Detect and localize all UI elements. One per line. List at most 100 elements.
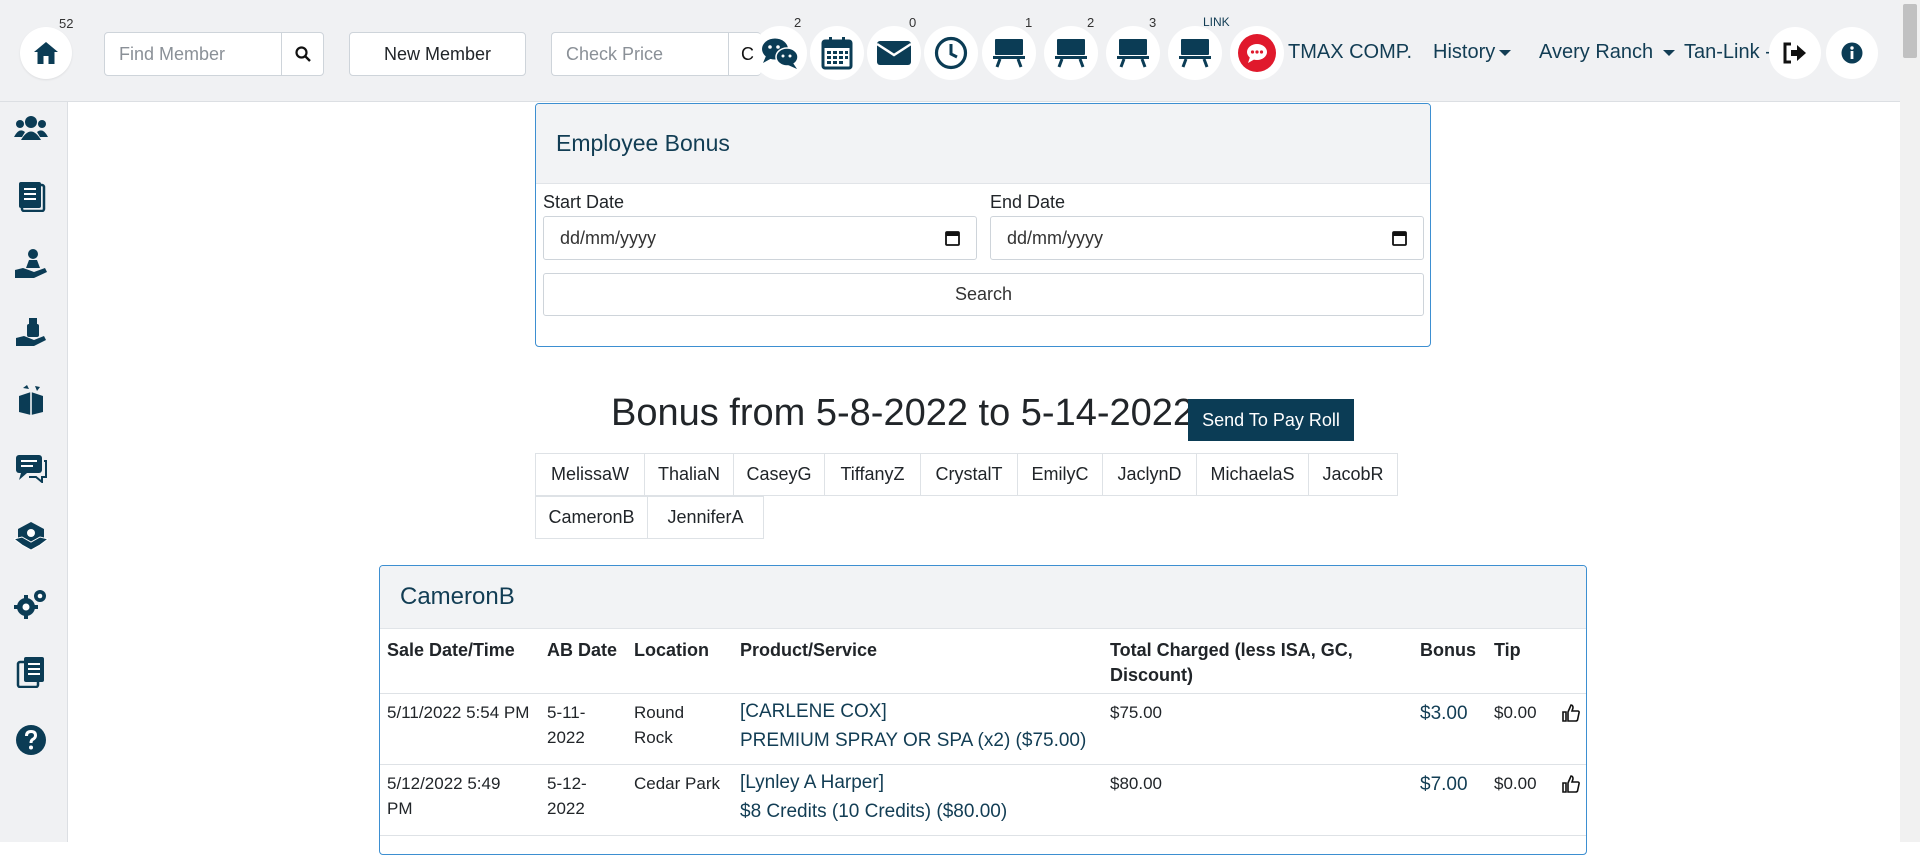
- sale-date-cell: 5/12/2022 5:49 PM: [387, 774, 501, 818]
- scrollbar-thumb[interactable]: [1903, 4, 1917, 58]
- check-price-group: C: [551, 32, 761, 76]
- column-header-tip: Tip: [1494, 640, 1521, 660]
- info-icon: [1841, 42, 1863, 64]
- company-name: TMAX COMP.: [1288, 41, 1413, 63]
- start-date-placeholder: dd/mm/yyyy: [560, 227, 657, 248]
- customer-link[interactable]: [Lynley A Harper]: [740, 768, 884, 797]
- tanlink-menu[interactable]: Tan-Link -: [1684, 41, 1772, 64]
- end-date-placeholder: dd/mm/yyyy: [1007, 227, 1104, 248]
- column-header-bonus: Bonus: [1420, 640, 1476, 660]
- location-label: Avery Ranch: [1539, 41, 1654, 63]
- mail-button[interactable]: [867, 26, 921, 80]
- chat-button[interactable]: [753, 26, 807, 80]
- bonus-cell: $7.00: [1420, 774, 1468, 795]
- start-date-label: Start Date: [543, 192, 625, 212]
- find-member-input[interactable]: [105, 33, 281, 75]
- column-header-product: Product/Service: [740, 640, 878, 660]
- tanning-bed-icon: [1117, 39, 1149, 68]
- start-date-field[interactable]: dd/mm/yyyy: [543, 216, 977, 260]
- home-button[interactable]: [20, 27, 72, 79]
- alert-messages-button[interactable]: [1230, 26, 1284, 80]
- top-bar: 52 New Member C 2: [0, 0, 1900, 102]
- mail-badge: 0: [909, 15, 917, 30]
- employee-tab-melissaw[interactable]: MelissaW: [535, 453, 645, 496]
- table-divider: [380, 835, 1586, 836]
- employee-tab-jennifera[interactable]: JenniferA: [647, 496, 764, 539]
- chat-icon: [762, 38, 799, 69]
- employee-tab-crystalt[interactable]: CrystalT: [920, 453, 1018, 496]
- sidebar-item-help[interactable]: [14, 723, 48, 757]
- sale-date-cell: 5/11/2022 5:54 PM: [387, 703, 530, 722]
- bed-3-button[interactable]: [1106, 26, 1160, 80]
- calendar-icon: [945, 231, 960, 246]
- bed-2-button[interactable]: [1044, 26, 1098, 80]
- employee-tab-michaelas[interactable]: MichaelaS: [1196, 453, 1309, 496]
- employee-tab-thalian[interactable]: ThaliaN: [644, 453, 734, 496]
- new-member-button[interactable]: New Member: [349, 32, 526, 76]
- bed-3-badge: 3: [1149, 15, 1157, 30]
- find-member-group: [104, 32, 324, 76]
- location-cell: Cedar Park: [634, 774, 720, 793]
- history-label: History: [1433, 41, 1496, 63]
- customer-link[interactable]: [CARLENE COX]: [740, 697, 887, 726]
- clock-icon: [934, 36, 968, 70]
- sidebar-item-spray[interactable]: [14, 315, 48, 349]
- chevron-down-icon: [1499, 49, 1512, 56]
- search-icon: [294, 46, 311, 62]
- ab-date-cell: 5-11-2022: [547, 703, 586, 747]
- mail-icon: [876, 41, 912, 65]
- thumbs-up-icon[interactable]: [1561, 703, 1581, 723]
- location-menu[interactable]: Avery Ranch: [1539, 41, 1675, 64]
- bonus-cell: $3.00: [1420, 703, 1468, 724]
- notes-icon: [19, 182, 46, 212]
- sidebar-item-members[interactable]: [14, 111, 48, 145]
- search-button[interactable]: Search: [543, 273, 1424, 316]
- calendar-icon: [1392, 231, 1407, 246]
- calendar-button[interactable]: [810, 26, 864, 80]
- end-date-label: End Date: [990, 192, 1066, 212]
- reports-icon: [16, 657, 44, 688]
- help-icon: [16, 725, 46, 755]
- sidebar-item-messages[interactable]: [14, 451, 48, 485]
- send-to-payroll-button[interactable]: Send To Pay Roll: [1188, 399, 1354, 441]
- employee-tab-emilyc[interactable]: EmilyC: [1017, 453, 1103, 496]
- column-header-sale-date: Sale Date/Time: [387, 640, 515, 660]
- page-scrollbar[interactable]: [1900, 0, 1920, 842]
- bed-link-button[interactable]: [1168, 26, 1222, 80]
- service-icon: [15, 249, 47, 278]
- check-price-input[interactable]: [552, 33, 728, 75]
- bed-1-badge: 1: [1025, 15, 1033, 30]
- thumbs-up-icon[interactable]: [1561, 774, 1581, 794]
- history-menu[interactable]: History: [1433, 41, 1512, 64]
- employee-bonus-card: Employee Bonus Start Date dd/mm/yyyy End…: [535, 103, 1431, 347]
- employee-tab-caseyg[interactable]: CaseyG: [733, 453, 825, 496]
- sidebar-item-notes[interactable]: [14, 179, 48, 213]
- ab-date-cell: 5-12-2022: [547, 774, 587, 818]
- employee-tab-jaclynd[interactable]: JaclynD: [1102, 453, 1197, 496]
- bed-link-badge: LINK: [1203, 15, 1230, 29]
- settings-icon: [14, 590, 46, 619]
- sidebar-item-service[interactable]: [14, 247, 48, 281]
- clock-button[interactable]: [924, 26, 978, 80]
- sidebar-item-reports[interactable]: [14, 655, 48, 689]
- logout-icon: [1783, 42, 1806, 64]
- end-date-field[interactable]: dd/mm/yyyy: [990, 216, 1424, 260]
- info-button[interactable]: [1826, 27, 1878, 79]
- employee-results-card: CameronB Sale Date/Time AB Date Location…: [379, 565, 1587, 855]
- members-icon: [14, 116, 48, 140]
- sidebar-item-settings[interactable]: [14, 587, 48, 621]
- chevron-down-icon: [1662, 49, 1675, 56]
- sidebar: [0, 102, 68, 842]
- tip-cell: $0.00: [1494, 774, 1537, 793]
- sidebar-item-inventory[interactable]: [14, 383, 48, 417]
- sidebar-item-packages[interactable]: [14, 519, 48, 553]
- find-member-search-button[interactable]: [281, 33, 323, 75]
- column-header-total: Total Charged (less ISA, GC, Discount): [1110, 640, 1353, 685]
- logout-button[interactable]: [1769, 27, 1821, 79]
- employee-tab-tiffanyz[interactable]: TiffanyZ: [824, 453, 921, 496]
- employee-results-title: CameronB: [380, 566, 1586, 629]
- bed-1-button[interactable]: [982, 26, 1036, 80]
- packages-icon: [14, 522, 48, 551]
- employee-tab-cameronb[interactable]: CameronB: [535, 496, 648, 539]
- employee-tab-jacobr[interactable]: JacobR: [1308, 453, 1398, 496]
